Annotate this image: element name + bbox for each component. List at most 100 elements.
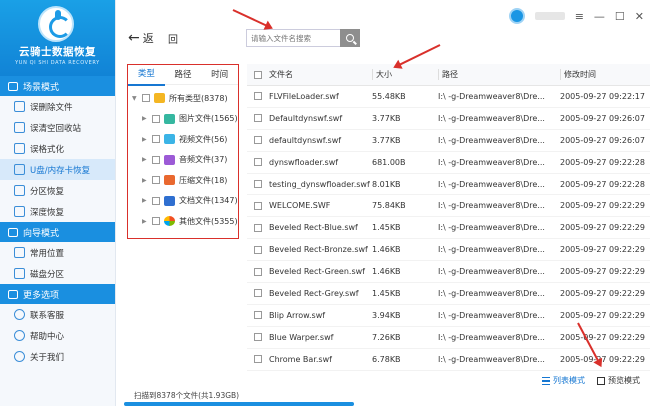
avatar[interactable] xyxy=(508,8,525,24)
row-checkbox[interactable] xyxy=(254,223,262,232)
sidebar-menu-item[interactable]: 关于我们 xyxy=(0,346,115,367)
row-checkbox[interactable] xyxy=(254,355,262,364)
view-mode-switcher: 列表模式 预览模式 xyxy=(542,375,640,386)
cell-file-size: 1.46KB xyxy=(372,245,401,255)
tree-node-file-type[interactable]: ▶ 图片文件(1565) xyxy=(128,109,238,130)
row-checkbox[interactable] xyxy=(254,136,262,145)
search-input[interactable] xyxy=(247,30,339,46)
checkbox[interactable] xyxy=(152,217,160,226)
row-checkbox[interactable] xyxy=(254,333,262,342)
list-mode-button[interactable]: 列表模式 xyxy=(542,375,585,386)
back-button[interactable]: ← 返 xyxy=(128,30,154,46)
close-icon[interactable]: ✕ xyxy=(635,10,644,23)
tree-node-file-type[interactable]: ▶ 其他文件(5355) xyxy=(128,211,238,232)
table-row[interactable]: Beveled Rect-Blue.swf 1.45KB I:\ -g-Dreamw… xyxy=(247,217,650,240)
sidebar-menu-item[interactable]: 深度恢复 xyxy=(0,201,115,222)
sidebar-menu-item[interactable]: 误删除文件 xyxy=(0,96,115,117)
search-button[interactable] xyxy=(340,29,360,47)
menu-item-label: U盘/内存卡恢复 xyxy=(30,165,91,176)
filter-tab[interactable]: 路径 xyxy=(165,65,202,85)
expand-icon[interactable]: ▶ xyxy=(142,177,148,184)
cell-modified-time: 2005-09-27 09:22:28 xyxy=(560,157,645,167)
sidebar-menu-item[interactable]: U盘/内存卡恢复 xyxy=(0,159,115,180)
expand-icon[interactable]: ▶ xyxy=(142,197,148,204)
select-all-checkbox[interactable] xyxy=(254,70,262,79)
expand-icon[interactable]: ▶ xyxy=(142,218,148,225)
checkbox[interactable] xyxy=(152,176,160,185)
sidebar-menu-item[interactable]: 联系客服 xyxy=(0,304,115,325)
filter-tab[interactable]: 时间 xyxy=(201,65,238,85)
window-controls: ≡ — ☐ ✕ xyxy=(508,8,644,24)
table-row[interactable]: testing_dynswfloader.swf 8.01KB I:\ -g-Dre… xyxy=(247,174,650,196)
table-row[interactable]: Blip Arrow.swf 3.94KB I:\ -g-Dreamweaver8\… xyxy=(247,305,650,327)
table-row[interactable]: FLVFileLoader.swf 55.48KB I:\ -g-Dreamweav… xyxy=(247,86,650,108)
row-checkbox[interactable] xyxy=(254,180,262,188)
table-row[interactable]: Beveled Rect-Green.swf 1.46KB I:\ -g-Dream… xyxy=(247,261,650,284)
sidebar-menu-item[interactable]: 磁盘分区 xyxy=(0,263,115,284)
cell-file-name: testing_dynswfloader.swf xyxy=(269,179,370,189)
expand-icon[interactable]: ▶ xyxy=(142,136,148,143)
table-row[interactable]: Beveled Rect-Bronze.swf 1.46KB I:\ -g-Drea… xyxy=(247,239,650,262)
sidebar-menu-item[interactable]: 误清空回收站 xyxy=(0,117,115,138)
expand-icon[interactable]: ▶ xyxy=(142,156,148,163)
row-checkbox[interactable] xyxy=(254,114,262,123)
menu-icon[interactable]: ≡ xyxy=(575,10,584,23)
sidebar-menu-item[interactable]: 误格式化 xyxy=(0,138,115,159)
home-button[interactable]: 回 xyxy=(168,31,178,46)
filter-tab[interactable]: 类型 xyxy=(128,64,165,86)
minimize-icon[interactable]: — xyxy=(594,10,605,23)
partition-icon xyxy=(14,185,25,196)
cell-file-name: dynswfloader.swf xyxy=(269,157,339,167)
cell-file-path: I:\ -g-Dreamweaver8\Dre... xyxy=(438,201,545,211)
cell-modified-time: 2005-09-27 09:22:29 xyxy=(560,245,645,255)
cell-modified-time: 2005-09-27 09:22:29 xyxy=(560,288,645,298)
info-icon xyxy=(14,351,25,362)
row-checkbox[interactable] xyxy=(254,201,262,210)
row-checkbox[interactable] xyxy=(254,92,262,101)
back-label: 返 xyxy=(142,32,154,45)
column-header-path[interactable]: 路径 xyxy=(438,69,560,80)
cell-file-size: 75.84KB xyxy=(372,201,406,211)
table-row[interactable]: dynswfloader.swf 681.00B I:\ -g-Dreamweave… xyxy=(247,152,650,174)
table-row[interactable]: WELCOME.SWF 75.84KB I:\ -g-Dreamweaver8\Dr… xyxy=(247,195,650,218)
maximize-icon[interactable]: ☐ xyxy=(615,10,625,23)
sidebar-menu-item[interactable]: 帮助中心 xyxy=(0,325,115,346)
sidebar-menu-item[interactable]: 常用位置 xyxy=(0,242,115,263)
video-icon xyxy=(164,134,175,145)
tree-node-file-type[interactable]: ▶ 文档文件(1347) xyxy=(128,191,238,212)
row-checkbox[interactable] xyxy=(254,267,262,276)
row-checkbox[interactable] xyxy=(254,289,262,298)
column-header-time[interactable]: 修改时间 xyxy=(560,69,650,80)
row-checkbox[interactable] xyxy=(254,311,262,320)
tree-node-file-type[interactable]: ▶ 视频文件(56) xyxy=(128,129,238,150)
grid-view-icon xyxy=(597,376,605,385)
checkbox[interactable] xyxy=(152,135,160,144)
checkbox[interactable] xyxy=(152,114,160,123)
tree-node-file-type[interactable]: ▶ 音频文件(37) xyxy=(128,150,238,171)
disk-partition-icon xyxy=(14,268,25,279)
collapse-icon[interactable]: ▼ xyxy=(132,95,138,102)
checkbox[interactable] xyxy=(152,155,160,164)
topbar: ← 返 回 ≡ — ☐ ✕ xyxy=(116,0,650,58)
cell-modified-time: 2005-09-27 09:22:29 xyxy=(560,223,645,233)
table-row[interactable]: Chrome Bar.swf 6.78KB I:\ -g-Dreamweaver8\… xyxy=(247,349,650,371)
tree-node-all-types[interactable]: ▼ 所有类型(8378) xyxy=(128,88,238,109)
cell-file-size: 3.77KB xyxy=(372,113,401,123)
column-header-size[interactable]: 大小 xyxy=(372,69,438,80)
preview-mode-button[interactable]: 预览模式 xyxy=(597,375,640,386)
checkbox[interactable] xyxy=(142,94,150,103)
cell-file-path: I:\ -g-Dreamweaver8\Dre... xyxy=(438,288,545,298)
list-view-icon xyxy=(542,376,550,385)
table-row[interactable]: Defaultdynswf.swf 3.77KB I:\ -g-Dreamweave… xyxy=(247,108,650,130)
row-checkbox[interactable] xyxy=(254,158,262,167)
row-checkbox[interactable] xyxy=(254,245,262,254)
sidebar-menu-item[interactable]: 分区恢复 xyxy=(0,180,115,201)
table-row[interactable]: Beveled Rect-Grey.swf 1.45KB I:\ -g-Dreamw… xyxy=(247,283,650,305)
other-icon xyxy=(164,216,175,227)
table-row[interactable]: defaultdynswf.swf 3.77KB I:\ -g-Dreamweave… xyxy=(247,130,650,152)
tree-node-file-type[interactable]: ▶ 压缩文件(18) xyxy=(128,170,238,191)
cell-file-name: Beveled Rect-Green.swf xyxy=(269,267,365,277)
expand-icon[interactable]: ▶ xyxy=(142,115,148,122)
checkbox[interactable] xyxy=(152,196,160,205)
column-header-name[interactable]: 文件名 xyxy=(269,69,372,80)
